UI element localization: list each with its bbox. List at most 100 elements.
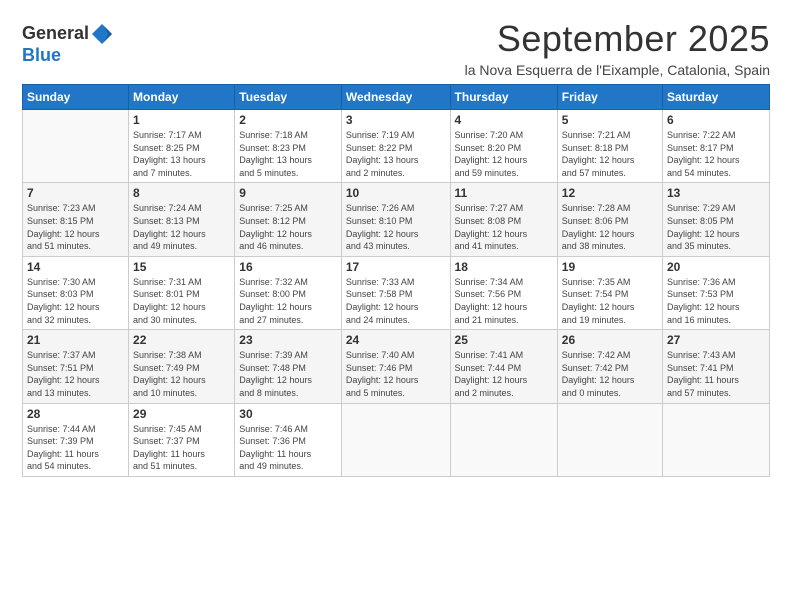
table-row: 26 Sunrise: 7:42 AM Sunset: 7:42 PM Dayli… xyxy=(557,330,662,403)
table-row: 10Sunrise: 7:26 AM Sunset: 8:10 PM Dayli… xyxy=(341,183,450,256)
table-row: 9 Sunrise: 7:25 AM Sunset: 8:12 PM Daylig… xyxy=(235,183,342,256)
day-number: 9 xyxy=(239,186,337,200)
table-row: 20 Sunrise: 7:36 AM Sunset: 7:53 PM Dayli… xyxy=(663,256,770,329)
calendar-week-row: 1Sunrise: 7:17 AM Sunset: 8:25 PM Daylig… xyxy=(23,110,770,183)
day-number: 16 xyxy=(239,260,337,274)
table-row xyxy=(341,403,450,476)
day-number: 6 xyxy=(667,113,765,127)
day-info: Sunrise: 7:44 AM Sunset: 7:39 PM Dayligh… xyxy=(27,423,124,473)
table-row: 6 Sunrise: 7:22 AM Sunset: 8:17 PM Daylig… xyxy=(663,110,770,183)
day-info: Sunrise: 7:45 AM Sunset: 7:37 PM Dayligh… xyxy=(133,423,230,473)
table-row: 12 Sunrise: 7:28 AM Sunset: 8:06 PM Dayli… xyxy=(557,183,662,256)
day-info: Sunrise: 7:29 AM Sunset: 8:05 PM Dayligh… xyxy=(667,202,765,252)
table-row xyxy=(450,403,557,476)
day-number: 10 xyxy=(346,186,446,200)
table-row: 2 Sunrise: 7:18 AM Sunset: 8:23 PM Daylig… xyxy=(235,110,342,183)
day-number: 21 xyxy=(27,333,124,347)
table-row: 16 Sunrise: 7:32 AM Sunset: 8:00 PM Dayli… xyxy=(235,256,342,329)
logo-blue-text: Blue xyxy=(22,45,61,65)
day-number: 19 xyxy=(562,260,658,274)
day-info: Sunrise: 7:20 AM Sunset: 8:20 PM Dayligh… xyxy=(455,129,553,179)
day-number: 24 xyxy=(346,333,446,347)
calendar-week-row: 21 Sunrise: 7:37 AM Sunset: 7:51 PM Dayli… xyxy=(23,330,770,403)
day-number: 3 xyxy=(346,113,446,127)
day-number: 14 xyxy=(27,260,124,274)
calendar-table: Sunday Monday Tuesday Wednesday Thursday… xyxy=(22,84,770,477)
day-number: 13 xyxy=(667,186,765,200)
calendar-week-row: 28Sunrise: 7:44 AM Sunset: 7:39 PM Dayli… xyxy=(23,403,770,476)
day-number: 30 xyxy=(239,407,337,421)
day-info: Sunrise: 7:23 AM Sunset: 8:15 PM Dayligh… xyxy=(27,202,124,252)
day-info: Sunrise: 7:41 AM Sunset: 7:44 PM Dayligh… xyxy=(455,349,553,399)
table-row xyxy=(557,403,662,476)
day-info: Sunrise: 7:34 AM Sunset: 7:56 PM Dayligh… xyxy=(455,276,553,326)
day-number: 22 xyxy=(133,333,230,347)
table-row: 21 Sunrise: 7:37 AM Sunset: 7:51 PM Dayli… xyxy=(23,330,129,403)
day-number: 4 xyxy=(455,113,553,127)
day-number: 20 xyxy=(667,260,765,274)
day-info: Sunrise: 7:36 AM Sunset: 7:53 PM Dayligh… xyxy=(667,276,765,326)
day-number: 27 xyxy=(667,333,765,347)
day-number: 29 xyxy=(133,407,230,421)
month-title: September 2025 xyxy=(465,18,770,60)
col-monday: Monday xyxy=(129,85,235,110)
day-number: 7 xyxy=(27,186,124,200)
day-number: 23 xyxy=(239,333,337,347)
table-row: 27 Sunrise: 7:43 AM Sunset: 7:41 PM Dayli… xyxy=(663,330,770,403)
day-number: 15 xyxy=(133,260,230,274)
col-saturday: Saturday xyxy=(663,85,770,110)
calendar-week-row: 14 Sunrise: 7:30 AM Sunset: 8:03 PM Dayli… xyxy=(23,256,770,329)
table-row: 24 Sunrise: 7:40 AM Sunset: 7:46 PM Dayli… xyxy=(341,330,450,403)
col-friday: Friday xyxy=(557,85,662,110)
day-info: Sunrise: 7:31 AM Sunset: 8:01 PM Dayligh… xyxy=(133,276,230,326)
day-info: Sunrise: 7:24 AM Sunset: 8:13 PM Dayligh… xyxy=(133,202,230,252)
day-number: 11 xyxy=(455,186,553,200)
table-row: 23 Sunrise: 7:39 AM Sunset: 7:48 PM Dayli… xyxy=(235,330,342,403)
calendar-header-row: Sunday Monday Tuesday Wednesday Thursday… xyxy=(23,85,770,110)
location-subtitle: la Nova Esquerra de l'Eixample, Cataloni… xyxy=(465,62,770,78)
day-info: Sunrise: 7:30 AM Sunset: 8:03 PM Dayligh… xyxy=(27,276,124,326)
day-info: Sunrise: 7:37 AM Sunset: 7:51 PM Dayligh… xyxy=(27,349,124,399)
day-info: Sunrise: 7:18 AM Sunset: 8:23 PM Dayligh… xyxy=(239,129,337,179)
table-row: 4 Sunrise: 7:20 AM Sunset: 8:20 PM Daylig… xyxy=(450,110,557,183)
day-info: Sunrise: 7:35 AM Sunset: 7:54 PM Dayligh… xyxy=(562,276,658,326)
table-row: 5 Sunrise: 7:21 AM Sunset: 8:18 PM Daylig… xyxy=(557,110,662,183)
day-info: Sunrise: 7:39 AM Sunset: 7:48 PM Dayligh… xyxy=(239,349,337,399)
day-number: 17 xyxy=(346,260,446,274)
table-row: 1Sunrise: 7:17 AM Sunset: 8:25 PM Daylig… xyxy=(129,110,235,183)
day-info: Sunrise: 7:32 AM Sunset: 8:00 PM Dayligh… xyxy=(239,276,337,326)
table-row: 22 Sunrise: 7:38 AM Sunset: 7:49 PM Dayli… xyxy=(129,330,235,403)
day-number: 5 xyxy=(562,113,658,127)
table-row: 19 Sunrise: 7:35 AM Sunset: 7:54 PM Dayli… xyxy=(557,256,662,329)
day-number: 2 xyxy=(239,113,337,127)
day-number: 12 xyxy=(562,186,658,200)
table-row: 18 Sunrise: 7:34 AM Sunset: 7:56 PM Dayli… xyxy=(450,256,557,329)
day-info: Sunrise: 7:28 AM Sunset: 8:06 PM Dayligh… xyxy=(562,202,658,252)
day-info: Sunrise: 7:40 AM Sunset: 7:46 PM Dayligh… xyxy=(346,349,446,399)
day-info: Sunrise: 7:22 AM Sunset: 8:17 PM Dayligh… xyxy=(667,129,765,179)
table-row: 7 Sunrise: 7:23 AM Sunset: 8:15 PM Daylig… xyxy=(23,183,129,256)
day-info: Sunrise: 7:43 AM Sunset: 7:41 PM Dayligh… xyxy=(667,349,765,399)
day-number: 18 xyxy=(455,260,553,274)
logo: General Blue xyxy=(22,22,115,66)
day-info: Sunrise: 7:38 AM Sunset: 7:49 PM Dayligh… xyxy=(133,349,230,399)
table-row: 11 Sunrise: 7:27 AM Sunset: 8:08 PM Dayli… xyxy=(450,183,557,256)
day-info: Sunrise: 7:21 AM Sunset: 8:18 PM Dayligh… xyxy=(562,129,658,179)
day-info: Sunrise: 7:33 AM Sunset: 7:58 PM Dayligh… xyxy=(346,276,446,326)
col-thursday: Thursday xyxy=(450,85,557,110)
table-row: 28Sunrise: 7:44 AM Sunset: 7:39 PM Dayli… xyxy=(23,403,129,476)
day-number: 1 xyxy=(133,113,230,127)
table-row: 15 Sunrise: 7:31 AM Sunset: 8:01 PM Dayli… xyxy=(129,256,235,329)
table-row: 25Sunrise: 7:41 AM Sunset: 7:44 PM Dayli… xyxy=(450,330,557,403)
table-row: 30 Sunrise: 7:46 AM Sunset: 7:36 PM Dayli… xyxy=(235,403,342,476)
col-sunday: Sunday xyxy=(23,85,129,110)
col-wednesday: Wednesday xyxy=(341,85,450,110)
day-info: Sunrise: 7:46 AM Sunset: 7:36 PM Dayligh… xyxy=(239,423,337,473)
day-info: Sunrise: 7:27 AM Sunset: 8:08 PM Dayligh… xyxy=(455,202,553,252)
day-info: Sunrise: 7:25 AM Sunset: 8:12 PM Dayligh… xyxy=(239,202,337,252)
table-row: 8Sunrise: 7:24 AM Sunset: 8:13 PM Daylig… xyxy=(129,183,235,256)
logo-general-text: General xyxy=(22,23,89,43)
table-row xyxy=(23,110,129,183)
day-info: Sunrise: 7:42 AM Sunset: 7:42 PM Dayligh… xyxy=(562,349,658,399)
day-number: 26 xyxy=(562,333,658,347)
